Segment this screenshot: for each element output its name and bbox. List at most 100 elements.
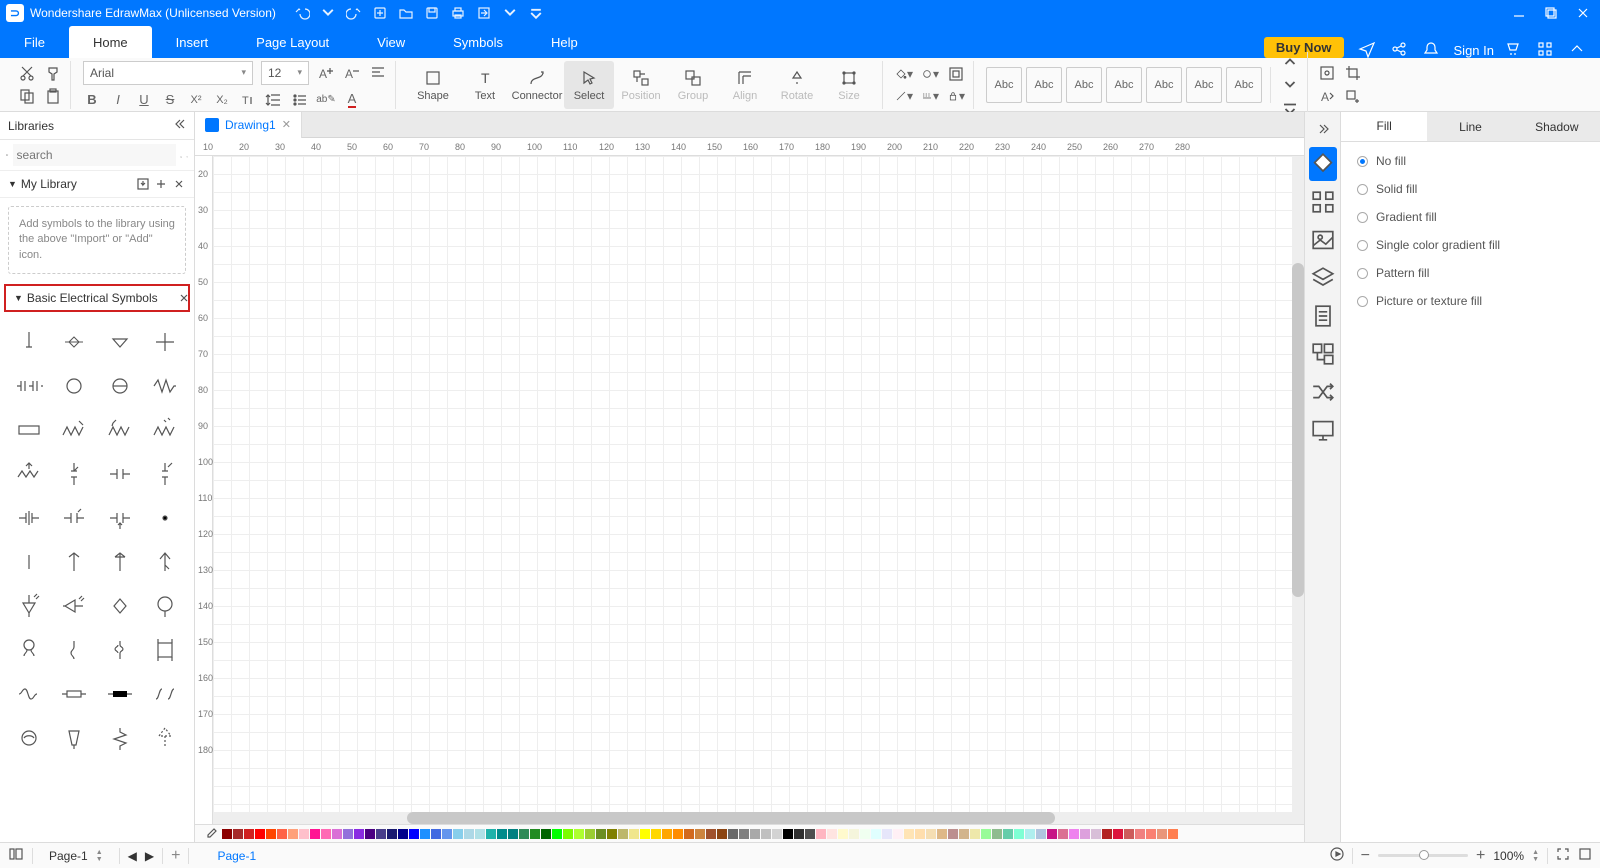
search-icon[interactable] (180, 147, 182, 163)
color-swatch[interactable] (1014, 829, 1024, 839)
align-tool-button[interactable]: Align (720, 61, 770, 109)
horizontal-scrollbar[interactable] (213, 812, 1292, 824)
theme-preset-1[interactable]: Abc (1026, 67, 1062, 103)
import-icon[interactable] (136, 177, 150, 191)
menu-page-layout[interactable]: Page Layout (232, 26, 353, 58)
electrical-symbol-4[interactable] (6, 364, 52, 408)
color-swatch[interactable] (1168, 829, 1178, 839)
bold-icon[interactable]: B (83, 91, 101, 109)
color-swatch[interactable] (508, 829, 518, 839)
electrical-symbol-2[interactable] (97, 320, 143, 364)
color-swatch[interactable] (1036, 829, 1046, 839)
color-swatch[interactable] (893, 829, 903, 839)
page-tab[interactable]: Page-1 (197, 849, 276, 863)
electrical-symbol-22[interactable] (97, 540, 143, 584)
send-icon[interactable] (1358, 40, 1376, 58)
color-swatch[interactable] (816, 829, 826, 839)
color-swatch[interactable] (981, 829, 991, 839)
menu-help[interactable]: Help (527, 26, 602, 58)
text-case-icon[interactable]: T (239, 91, 257, 109)
print-icon[interactable] (450, 5, 466, 21)
color-swatch[interactable] (310, 829, 320, 839)
lock-icon[interactable]: ▾ (947, 87, 965, 105)
color-swatch[interactable] (805, 829, 815, 839)
connector-tool-button[interactable]: Connector (512, 61, 562, 109)
fill-panel-icon[interactable] (1309, 147, 1337, 181)
layers-panel-icon[interactable] (1309, 261, 1337, 295)
close-mylib-icon[interactable] (172, 177, 186, 191)
electrical-symbol-0[interactable] (6, 320, 52, 364)
menu-symbols[interactable]: Symbols (429, 26, 527, 58)
zoom-down-icon[interactable]: ▼ (1532, 856, 1539, 863)
grid-panel-icon[interactable] (1309, 185, 1337, 219)
font-size-combo[interactable]: 12▾ (261, 61, 309, 85)
close-icon[interactable] (1576, 6, 1590, 20)
text-format-icon[interactable]: A (1318, 88, 1336, 106)
menu-file[interactable]: File (0, 26, 69, 58)
color-swatch[interactable] (332, 829, 342, 839)
color-swatch[interactable] (442, 829, 452, 839)
color-swatch[interactable] (860, 829, 870, 839)
qat-more-icon[interactable] (528, 5, 544, 21)
tab-fill[interactable]: Fill (1341, 112, 1427, 141)
close-tab-icon[interactable]: ✕ (282, 118, 291, 131)
color-swatch[interactable] (497, 829, 507, 839)
color-swatch[interactable] (1102, 829, 1112, 839)
increase-font-icon[interactable]: A (317, 64, 335, 82)
size-tool-button[interactable]: Size (824, 61, 874, 109)
symbol-add-icon[interactable] (1344, 88, 1362, 106)
sign-in-link[interactable]: Sign In (1454, 43, 1494, 58)
electrical-symbol-8[interactable] (6, 408, 52, 452)
electrical-symbol-36[interactable] (6, 716, 52, 760)
color-swatch[interactable] (1124, 829, 1134, 839)
fill-option-gradient-fill[interactable]: Gradient fill (1357, 210, 1584, 224)
theme-preset-6[interactable]: Abc (1226, 67, 1262, 103)
electrical-symbol-14[interactable] (97, 452, 143, 496)
color-swatch[interactable] (486, 829, 496, 839)
menu-home[interactable]: Home (69, 26, 152, 58)
color-swatch[interactable] (365, 829, 375, 839)
user-icon[interactable] (1504, 40, 1522, 58)
electrical-symbol-15[interactable] (143, 452, 189, 496)
fit-page-icon[interactable] (1556, 847, 1570, 864)
color-swatch[interactable] (266, 829, 276, 839)
my-library-label[interactable]: My Library (21, 177, 77, 191)
color-swatch[interactable] (288, 829, 298, 839)
fill-tool-icon[interactable]: ▾ (895, 65, 913, 83)
zoom-up-icon[interactable]: ▲ (1532, 849, 1539, 856)
electrical-symbol-16[interactable] (6, 496, 52, 540)
color-swatch[interactable] (959, 829, 969, 839)
color-swatch[interactable] (475, 829, 485, 839)
zoom-out-icon[interactable]: − (1361, 847, 1370, 865)
filter-icon[interactable] (186, 147, 188, 163)
color-swatch[interactable] (464, 829, 474, 839)
color-swatch[interactable] (1135, 829, 1145, 839)
undo-icon[interactable] (294, 5, 310, 21)
color-swatch[interactable] (453, 829, 463, 839)
color-swatch[interactable] (651, 829, 661, 839)
color-swatch[interactable] (563, 829, 573, 839)
italic-icon[interactable]: I (109, 91, 127, 109)
color-swatch[interactable] (827, 829, 837, 839)
electrical-symbol-3[interactable] (143, 320, 189, 364)
color-swatch[interactable] (530, 829, 540, 839)
minimize-icon[interactable] (1512, 6, 1526, 20)
strike-icon[interactable]: S (161, 91, 179, 109)
page-panel-icon[interactable] (1309, 299, 1337, 333)
color-swatch[interactable] (695, 829, 705, 839)
redo-icon[interactable] (346, 5, 362, 21)
play-icon[interactable] (1330, 847, 1344, 864)
color-swatch[interactable] (904, 829, 914, 839)
page-down-icon[interactable]: ▼ (96, 856, 103, 863)
text-tool-button[interactable]: TText (460, 61, 510, 109)
electrical-symbol-18[interactable] (97, 496, 143, 540)
image-panel-icon[interactable] (1309, 223, 1337, 257)
color-swatch[interactable] (1058, 829, 1068, 839)
paste-icon[interactable] (44, 87, 62, 105)
superscript-icon[interactable]: X² (187, 91, 205, 109)
theme-up-icon[interactable] (1281, 52, 1299, 70)
electrical-symbol-6[interactable] (97, 364, 143, 408)
undo-dropdown-icon[interactable] (320, 5, 336, 21)
color-swatch[interactable] (1003, 829, 1013, 839)
color-swatch[interactable] (1047, 829, 1057, 839)
